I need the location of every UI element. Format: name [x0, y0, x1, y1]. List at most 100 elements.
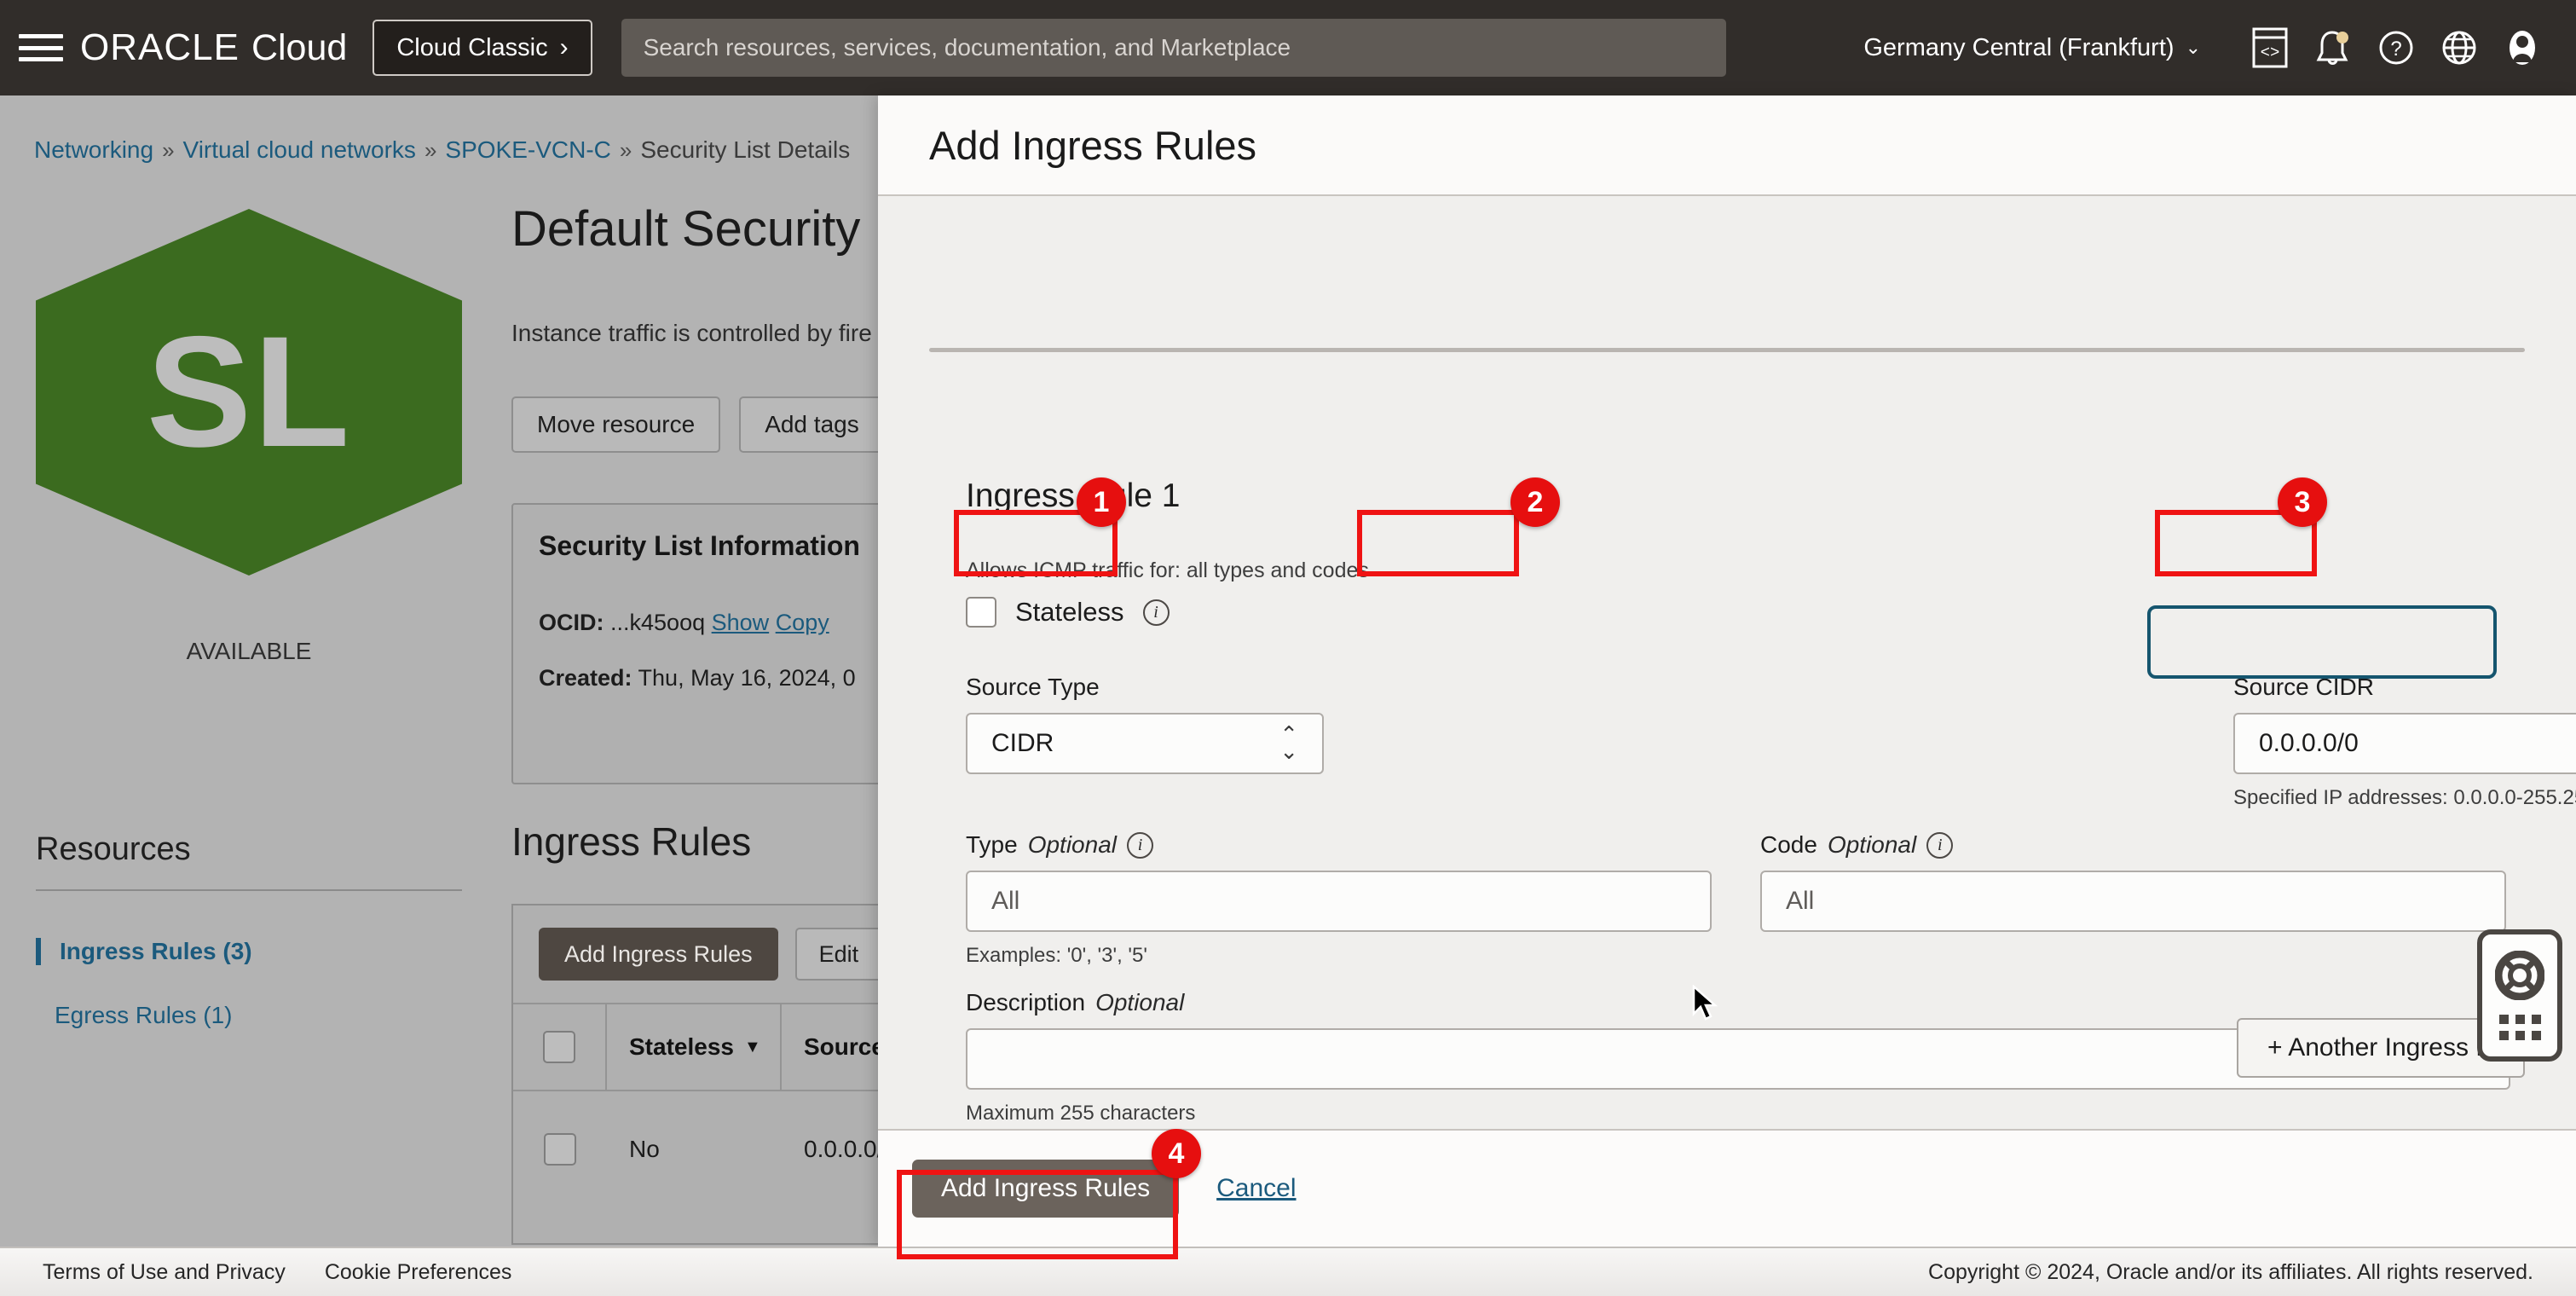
ingress-rule-heading: Ingress Rule 1 — [966, 477, 1181, 514]
type-label-text: Type — [966, 831, 1018, 858]
column-label-source: Source — [804, 1033, 885, 1060]
help-question-icon[interactable]: ? — [2365, 16, 2428, 79]
life-ring-icon — [2494, 950, 2545, 1004]
source-type-field-group: Source Type CIDR ⌃ ⌄ — [966, 674, 1324, 774]
cloud-shell-icon[interactable]: <> — [2238, 16, 2302, 79]
info-icon[interactable]: i — [1142, 599, 1170, 626]
resources-divider — [36, 889, 462, 891]
help-support-widget[interactable] — [2477, 929, 2562, 1062]
region-selector[interactable]: Germany Central (Frankfurt) ⌄ — [1863, 34, 2201, 62]
add-ingress-rules-panel: Add Ingress Rules Ingress Rule 1 Allows … — [878, 95, 2576, 1247]
oracle-cloud-logo[interactable]: ORACLE Cloud — [80, 26, 347, 69]
cloud-classic-label: Cloud Classic — [396, 33, 548, 61]
code-label: Code Optional i — [1760, 831, 2506, 859]
terms-link[interactable]: Terms of Use and Privacy — [43, 1260, 286, 1285]
ocid-label: OCID: — [539, 610, 604, 635]
description-label-text: Description — [966, 989, 1086, 1015]
source-cidr-field-group: Source CIDR 0.0.0.0/0 Specified IP addre… — [2233, 674, 2576, 810]
panel-divider — [929, 348, 2525, 352]
sidebar-item-ingress-rules[interactable]: Ingress Rules (3) — [36, 938, 252, 965]
move-resource-button[interactable]: Move resource — [511, 396, 721, 453]
breadcrumb-separator: » — [619, 136, 632, 163]
page-title: Default Security L — [511, 201, 902, 257]
cell-stateless: No — [629, 1136, 660, 1162]
info-icon[interactable]: i — [1926, 831, 1954, 859]
top-bar-actions: Germany Central (Frankfurt) ⌄ <> ? — [1863, 0, 2554, 95]
breadcrumb: Networking » Virtual cloud networks » SP… — [34, 136, 850, 164]
breadcrumb-item-virtual-cloud-networks[interactable]: Virtual cloud networks — [183, 136, 416, 164]
language-globe-icon[interactable] — [2428, 16, 2491, 79]
created-value: Thu, May 16, 2024, 0 — [638, 665, 856, 691]
row-select-cell — [513, 1091, 607, 1207]
source-type-select[interactable]: CIDR ⌃ ⌄ — [966, 713, 1324, 774]
description-helper: Maximum 255 characters — [966, 1102, 1196, 1125]
breadcrumb-item-spoke-vcn-c[interactable]: SPOKE-VCN-C — [445, 136, 610, 164]
notifications-bell-icon[interactable] — [2302, 16, 2365, 79]
annotation-marker-1: 1 — [1077, 477, 1126, 527]
select-all-checkbox[interactable] — [543, 1031, 575, 1063]
status-badge: AVAILABLE — [186, 638, 312, 664]
stateless-label: Stateless — [1015, 597, 1124, 627]
resource-badge-text: SL — [146, 304, 352, 480]
spinner-icon: ⌃ ⌄ — [1279, 721, 1298, 764]
code-input[interactable]: All — [1760, 871, 2506, 932]
panel-footer: Add Ingress Rules Cancel — [878, 1129, 2576, 1247]
panel-title: Add Ingress Rules — [929, 122, 1257, 168]
type-input[interactable]: All — [966, 871, 1712, 932]
select-all-header — [513, 1004, 607, 1090]
stateless-checkbox[interactable] — [966, 597, 996, 628]
chevron-down-icon: ⌄ — [2185, 37, 2201, 58]
ocid-show-link[interactable]: Show — [712, 610, 770, 635]
sort-caret-down-icon: ▼ — [743, 1037, 761, 1056]
annotation-marker-2: 2 — [1510, 477, 1560, 527]
breadcrumb-item-networking[interactable]: Networking — [34, 136, 153, 164]
source-cidr-label: Source CIDR — [2233, 674, 2374, 700]
hamburger-menu-icon[interactable] — [19, 31, 63, 65]
sidebar-item-egress-rules[interactable]: Egress Rules (1) — [36, 1002, 233, 1029]
description-optional-tag: Optional — [1095, 989, 1185, 1015]
type-label: Type Optional i — [966, 831, 1712, 859]
cloud-classic-button[interactable]: Cloud Classic › — [373, 20, 592, 76]
cloud-wordmark: Cloud — [251, 27, 348, 68]
code-placeholder: All — [1786, 887, 1815, 915]
breadcrumb-separator: » — [162, 136, 175, 163]
source-cidr-helper: Specified IP addresses: 0.0.0.0-255.255.… — [2233, 786, 2576, 809]
stateless-row: Stateless i — [966, 597, 1170, 628]
top-navigation-bar: ORACLE Cloud Cloud Classic › Germany Cen… — [0, 0, 2576, 95]
column-header-stateless[interactable]: Stateless ▼ — [607, 1004, 782, 1090]
cookie-preferences-link[interactable]: Cookie Preferences — [325, 1260, 512, 1285]
code-optional-tag: Optional — [1827, 831, 1917, 858]
copyright-text: Copyright © 2024, Oracle and/or its affi… — [1928, 1259, 2533, 1284]
ocid-copy-link[interactable]: Copy — [776, 610, 829, 635]
page-footer: Terms of Use and Privacy Cookie Preferen… — [0, 1247, 2576, 1296]
drag-dots-handle[interactable] — [2498, 1015, 2541, 1040]
ingress-rules-heading: Ingress Rules — [511, 819, 752, 864]
page-subtitle: Instance traffic is controlled by fire — [511, 320, 872, 346]
code-label-text: Code — [1760, 831, 1817, 858]
add-ingress-rules-button[interactable]: Add Ingress Rules — [539, 928, 778, 981]
edit-button[interactable]: Edit — [794, 928, 883, 981]
add-tags-button[interactable]: Add tags — [739, 396, 885, 453]
source-type-label: Source Type — [966, 674, 1100, 700]
created-label: Created: — [539, 665, 632, 691]
source-cidr-input[interactable]: 0.0.0.0/0 — [2233, 713, 2576, 774]
add-ingress-rules-submit[interactable]: Add Ingress Rules — [912, 1160, 1180, 1218]
cancel-button[interactable]: Cancel — [1216, 1174, 1296, 1203]
oracle-wordmark: ORACLE — [80, 26, 240, 68]
panel-body: Ingress Rule 1 Allows ICMP traffic for: … — [878, 196, 2576, 1129]
info-icon[interactable]: i — [1127, 831, 1153, 859]
source-type-value: CIDR — [991, 729, 1054, 757]
source-cidr-value: 0.0.0.0/0 — [2259, 729, 2359, 757]
panel-header: Add Ingress Rules — [878, 95, 2576, 196]
type-placeholder: All — [991, 887, 1020, 915]
resource-action-buttons: Move resource Add tags — [511, 396, 885, 453]
search-input[interactable] — [621, 19, 1726, 77]
chevron-right-icon: › — [559, 33, 569, 61]
code-field-group: Code Optional i All — [1760, 831, 2506, 932]
column-label-stateless: Stateless — [629, 1033, 734, 1060]
svg-text:<>: <> — [2261, 43, 2280, 62]
type-helper: Examples: '0', '3', '5' — [966, 944, 1147, 967]
row-checkbox[interactable] — [544, 1133, 576, 1166]
user-profile-icon[interactable] — [2491, 16, 2554, 79]
region-label: Germany Central (Frankfurt) — [1863, 33, 2175, 61]
